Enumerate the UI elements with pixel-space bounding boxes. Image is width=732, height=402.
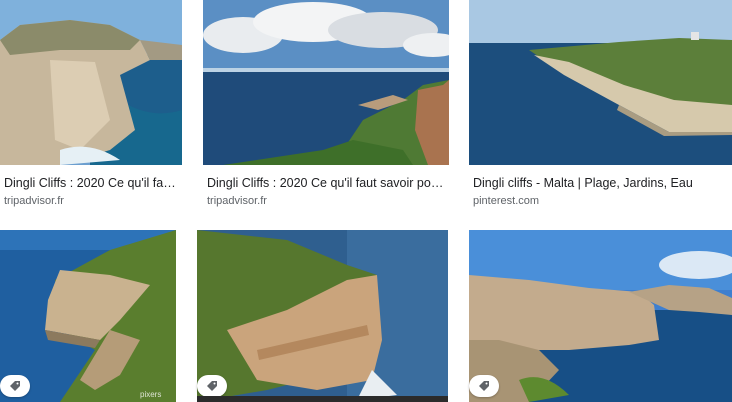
result-thumbnail-2[interactable] bbox=[203, 0, 449, 165]
cliff-image-1 bbox=[0, 0, 182, 165]
cliff-image-3 bbox=[469, 0, 732, 165]
result-source-3[interactable]: pinterest.com bbox=[473, 194, 539, 208]
result-title-1[interactable]: Dingli Cliffs : 2020 Ce qu'il faut savoi… bbox=[4, 175, 178, 191]
result-thumbnail-3[interactable] bbox=[469, 0, 732, 165]
result-thumbnail-5[interactable] bbox=[197, 230, 448, 402]
tag-button-5[interactable] bbox=[197, 375, 227, 397]
result-title-2[interactable]: Dingli Cliffs : 2020 Ce qu'il faut savoi… bbox=[207, 175, 445, 191]
tag-icon bbox=[207, 381, 217, 391]
tag-icon bbox=[479, 381, 489, 391]
cliff-image-2 bbox=[203, 0, 449, 165]
url-strip bbox=[197, 396, 448, 402]
result-source-1[interactable]: tripadvisor.fr bbox=[4, 194, 64, 208]
result-thumbnail-1[interactable] bbox=[0, 0, 182, 165]
cliff-image-4 bbox=[0, 230, 176, 402]
result-thumbnail-4[interactable] bbox=[0, 230, 176, 402]
result-source-2[interactable]: tripadvisor.fr bbox=[207, 194, 267, 208]
tag-button-6[interactable] bbox=[469, 375, 499, 397]
result-title-3[interactable]: Dingli cliffs - Malta | Plage, Jardins, … bbox=[473, 175, 728, 191]
tag-button-4[interactable] bbox=[0, 375, 30, 397]
result-thumbnail-6[interactable] bbox=[469, 230, 732, 402]
watermark-text: pixers bbox=[140, 390, 162, 399]
cliff-image-6 bbox=[469, 230, 732, 402]
cliff-image-5 bbox=[197, 230, 448, 402]
tag-icon bbox=[10, 381, 20, 391]
